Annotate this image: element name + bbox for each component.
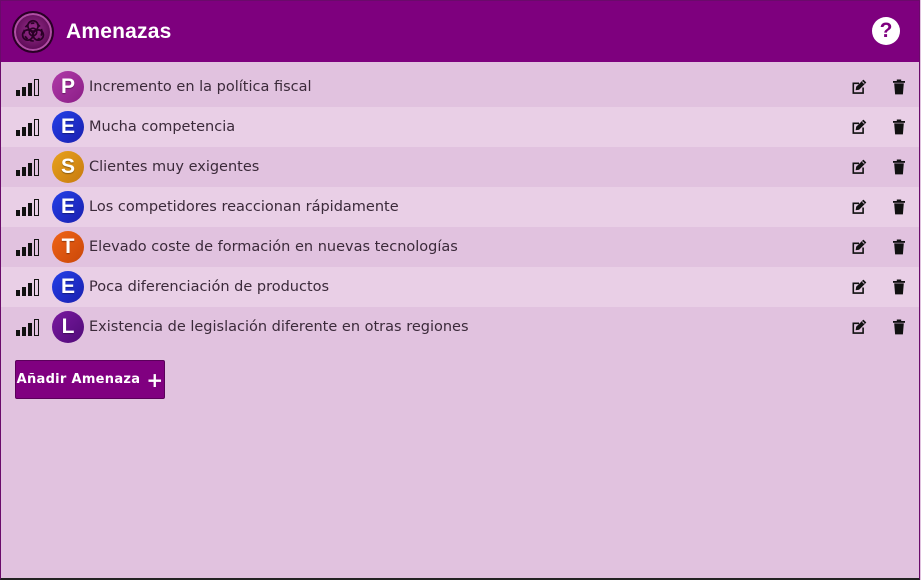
- signal-bar: [22, 207, 26, 216]
- signal-bar: [34, 279, 39, 296]
- threat-row: S Clientes muy exigentes: [1, 147, 919, 187]
- edit-icon[interactable]: [850, 158, 868, 176]
- signal-strength-icon[interactable]: [16, 198, 44, 216]
- signal-bar: [34, 199, 39, 216]
- signal-bar: [22, 287, 26, 296]
- app-window: Amenazas ? P Incremento en la política fi…: [0, 0, 920, 580]
- edit-icon[interactable]: [850, 78, 868, 96]
- edit-icon[interactable]: [850, 118, 868, 136]
- signal-bar: [34, 159, 39, 176]
- threat-row: E Mucha competencia: [1, 107, 919, 147]
- signal-bar: [22, 327, 26, 336]
- threat-label: Poca diferenciación de productos: [89, 279, 330, 295]
- threat-list: P Incremento en la política fiscal E Mucha …: [1, 67, 919, 347]
- signal-strength-icon[interactable]: [16, 318, 44, 336]
- signal-bar: [28, 83, 32, 96]
- add-threat-button[interactable]: Añadir Amenaza +: [15, 360, 165, 399]
- signal-bar: [28, 323, 32, 336]
- signal-bar: [28, 283, 32, 296]
- signal-bar: [28, 203, 32, 216]
- category-badge: E: [52, 271, 84, 303]
- edit-icon[interactable]: [850, 278, 868, 296]
- signal-bar: [28, 163, 32, 176]
- threat-row: E Los competidores reaccionan rápidamente: [1, 187, 919, 227]
- signal-strength-icon[interactable]: [16, 278, 44, 296]
- threat-label: Elevado coste de formación en nuevas tec…: [89, 239, 458, 255]
- trash-icon[interactable]: [890, 198, 908, 216]
- threat-row: E Poca diferenciación de productos: [1, 267, 919, 307]
- signal-bar: [16, 290, 20, 296]
- threat-label: Clientes muy exigentes: [89, 159, 260, 175]
- signal-bar: [34, 319, 39, 336]
- threat-label: Los competidores reaccionan rápidamente: [89, 199, 399, 215]
- signal-bar: [16, 170, 20, 176]
- edit-icon[interactable]: [850, 238, 868, 256]
- add-threat-label: Añadir Amenaza: [16, 372, 141, 387]
- threat-row: T Elevado coste de formación en nuevas te…: [1, 227, 919, 267]
- signal-strength-icon[interactable]: [16, 78, 44, 96]
- signal-bar: [22, 127, 26, 136]
- threat-label: Existencia de legislación diferente en o…: [89, 319, 469, 335]
- threat-row: P Incremento en la política fiscal: [1, 67, 919, 107]
- category-badge: S: [52, 151, 84, 183]
- signal-bar: [22, 87, 26, 96]
- signal-strength-icon[interactable]: [16, 158, 44, 176]
- edit-icon[interactable]: [850, 318, 868, 336]
- threat-row: L Existencia de legislación diferente en …: [1, 307, 919, 347]
- header: Amenazas ?: [1, 1, 919, 62]
- signal-bar: [16, 210, 20, 216]
- trash-icon[interactable]: [890, 78, 908, 96]
- signal-bar: [34, 79, 39, 96]
- signal-bar: [16, 130, 20, 136]
- trash-icon[interactable]: [890, 318, 908, 336]
- question-circle-icon[interactable]: ?: [872, 17, 900, 45]
- threat-label: Mucha competencia: [89, 119, 236, 135]
- plus-icon: +: [146, 367, 164, 392]
- signal-bar: [34, 119, 39, 136]
- category-badge: P: [52, 71, 84, 103]
- signal-bar: [16, 90, 20, 96]
- trash-icon[interactable]: [890, 278, 908, 296]
- signal-bar: [28, 123, 32, 136]
- signal-bar: [16, 250, 20, 256]
- category-badge: L: [52, 311, 84, 343]
- page-title: Amenazas: [66, 19, 172, 43]
- signal-bar: [22, 167, 26, 176]
- trash-icon[interactable]: [890, 238, 908, 256]
- signal-strength-icon[interactable]: [16, 238, 44, 256]
- trash-icon[interactable]: [890, 118, 908, 136]
- threat-label: Incremento en la política fiscal: [89, 79, 312, 95]
- edit-icon[interactable]: [850, 198, 868, 216]
- biohazard-icon: [12, 10, 54, 53]
- category-badge: E: [52, 191, 84, 223]
- signal-bar: [28, 243, 32, 256]
- signal-bar: [22, 247, 26, 256]
- signal-bar: [16, 330, 20, 336]
- signal-strength-icon[interactable]: [16, 118, 44, 136]
- trash-icon[interactable]: [890, 158, 908, 176]
- category-badge: T: [52, 231, 84, 263]
- biohazard-symbol: [21, 19, 45, 42]
- category-badge: E: [52, 111, 84, 143]
- signal-bar: [34, 239, 39, 256]
